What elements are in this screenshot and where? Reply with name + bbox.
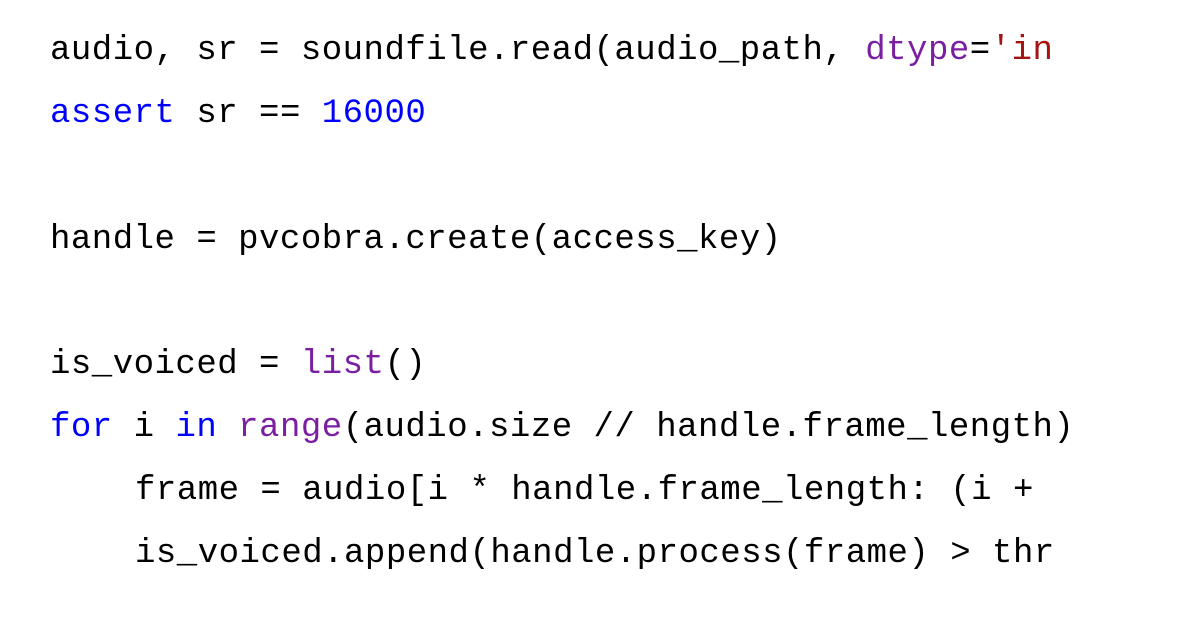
code-token: in	[175, 409, 217, 447]
code-token: range	[238, 409, 343, 447]
code-token: dtype	[865, 32, 970, 70]
code-token	[217, 409, 238, 447]
code-token	[50, 284, 71, 322]
code-token: =	[970, 32, 991, 70]
code-token: handle = pvcobra.create(access_key)	[50, 221, 782, 259]
code-token: for	[50, 409, 113, 447]
code-token: 16000	[322, 95, 427, 133]
code-token: 'in	[991, 32, 1054, 70]
code-token: audio, sr = soundfile.read(audio_path,	[50, 32, 865, 70]
code-line	[50, 272, 1200, 335]
code-token: ()	[384, 346, 426, 384]
code-token: i	[113, 409, 176, 447]
code-line: handle = pvcobra.create(access_key)	[50, 209, 1200, 272]
code-line: frame = audio[i * handle.frame_length: (…	[50, 460, 1200, 523]
code-token	[50, 158, 71, 196]
code-token: is_voiced =	[50, 346, 301, 384]
code-line: is_voiced.append(handle.process(frame) >…	[50, 523, 1200, 586]
code-line	[50, 146, 1200, 209]
code-line: assert sr == 16000	[50, 83, 1200, 146]
code-token: list	[301, 346, 385, 384]
code-token: assert	[50, 95, 175, 133]
code-line: audio, sr = soundfile.read(audio_path, d…	[50, 20, 1200, 83]
code-block: audio, sr = soundfile.read(audio_path, d…	[50, 20, 1200, 586]
code-token: sr ==	[175, 95, 321, 133]
code-line: is_voiced = list()	[50, 334, 1200, 397]
code-token: is_voiced.append(handle.process(frame) >…	[135, 535, 1055, 573]
code-token: frame = audio[i * handle.frame_length: (…	[135, 472, 1055, 510]
code-line: for i in range(audio.size // handle.fram…	[50, 397, 1200, 460]
code-token: (audio.size // handle.frame_length)	[343, 409, 1075, 447]
